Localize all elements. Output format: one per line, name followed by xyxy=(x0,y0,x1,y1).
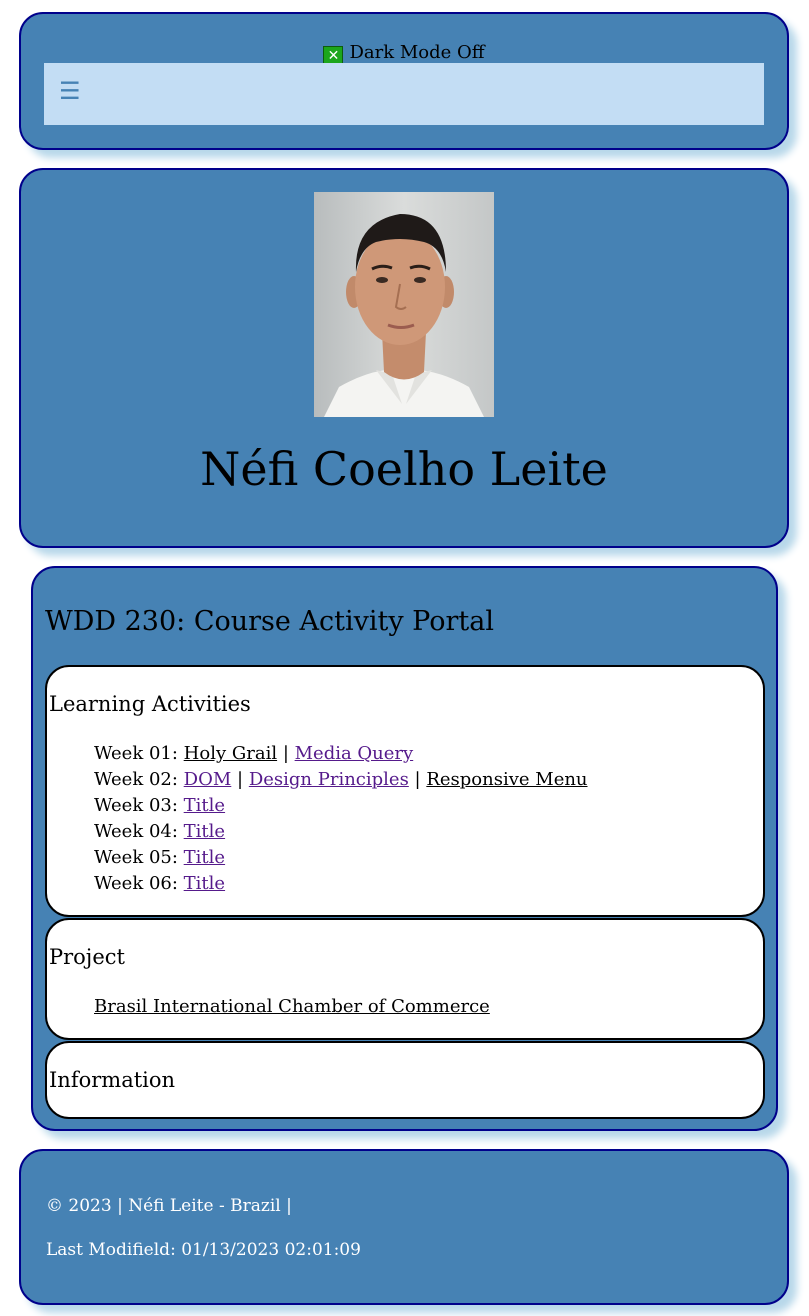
link-dom[interactable]: DOM xyxy=(184,769,232,790)
link-separator: | xyxy=(231,769,249,790)
link-responsive-menu[interactable]: Responsive Menu xyxy=(426,769,587,790)
dark-mode-label[interactable]: Dark Mode Off xyxy=(349,42,484,63)
hamburger-menu-icon[interactable]: ☰ xyxy=(59,79,81,103)
list-item: Week 01: Holy Grail | Media Query xyxy=(94,741,588,767)
week-label: Week 02: xyxy=(94,769,184,790)
last-modified-text: Last Modifield: 01/13/2023 02:01:09 xyxy=(46,1240,361,1260)
nav-bar: ☰ xyxy=(44,63,764,125)
list-item: Week 04: Title xyxy=(94,819,588,845)
information-heading: Information xyxy=(49,1068,176,1092)
week-label: Week 06: xyxy=(94,873,184,894)
information-panel: Information xyxy=(45,1041,765,1119)
link-media-query[interactable]: Media Query xyxy=(295,743,414,764)
copyright-text: © 2023 | Néfi Leite - Brazil | xyxy=(46,1196,292,1216)
list-item: Week 02: DOM | Design Principles | Respo… xyxy=(94,767,588,793)
learning-activities-panel: Learning Activities Week 01: Holy Grail … xyxy=(45,665,765,917)
link-title[interactable]: Title xyxy=(184,821,225,842)
link-separator: | xyxy=(408,769,427,790)
week-label: Week 01: xyxy=(94,743,184,764)
list-item: Week 06: Title xyxy=(94,871,588,897)
link-separator: | xyxy=(277,743,295,764)
link-title[interactable]: Title xyxy=(184,795,225,816)
list-item: Week 03: Title xyxy=(94,793,588,819)
profile-photo xyxy=(314,192,494,417)
week-label: Week 03: xyxy=(94,795,184,816)
profile-name: Néfi Coelho Leite xyxy=(200,442,608,496)
hero-section: Néfi Coelho Leite xyxy=(19,168,789,548)
week-label: Week 04: xyxy=(94,821,184,842)
link-title[interactable]: Title xyxy=(184,847,225,868)
site-footer: © 2023 | Néfi Leite - Brazil | Last Modi… xyxy=(19,1149,789,1305)
project-panel: Project Brasil International Chamber of … xyxy=(45,918,765,1040)
project-link[interactable]: Brasil International Chamber of Commerce xyxy=(94,996,490,1017)
course-portal: WDD 230: Course Activity Portal Learning… xyxy=(31,566,778,1131)
link-design-principles[interactable]: Design Principles xyxy=(249,769,409,790)
learning-activities-heading: Learning Activities xyxy=(49,692,251,716)
week-list: Week 01: Holy Grail | Media Query Week 0… xyxy=(94,741,588,897)
portal-title: WDD 230: Course Activity Portal xyxy=(45,606,494,637)
link-title[interactable]: Title xyxy=(184,873,225,894)
week-label: Week 05: xyxy=(94,847,184,868)
link-holy-grail[interactable]: Holy Grail xyxy=(184,743,277,764)
list-item: Week 05: Title xyxy=(94,845,588,871)
person-portrait-icon xyxy=(314,192,494,417)
project-heading: Project xyxy=(49,945,125,969)
site-header: ✕ Dark Mode Off ☰ xyxy=(19,12,789,150)
